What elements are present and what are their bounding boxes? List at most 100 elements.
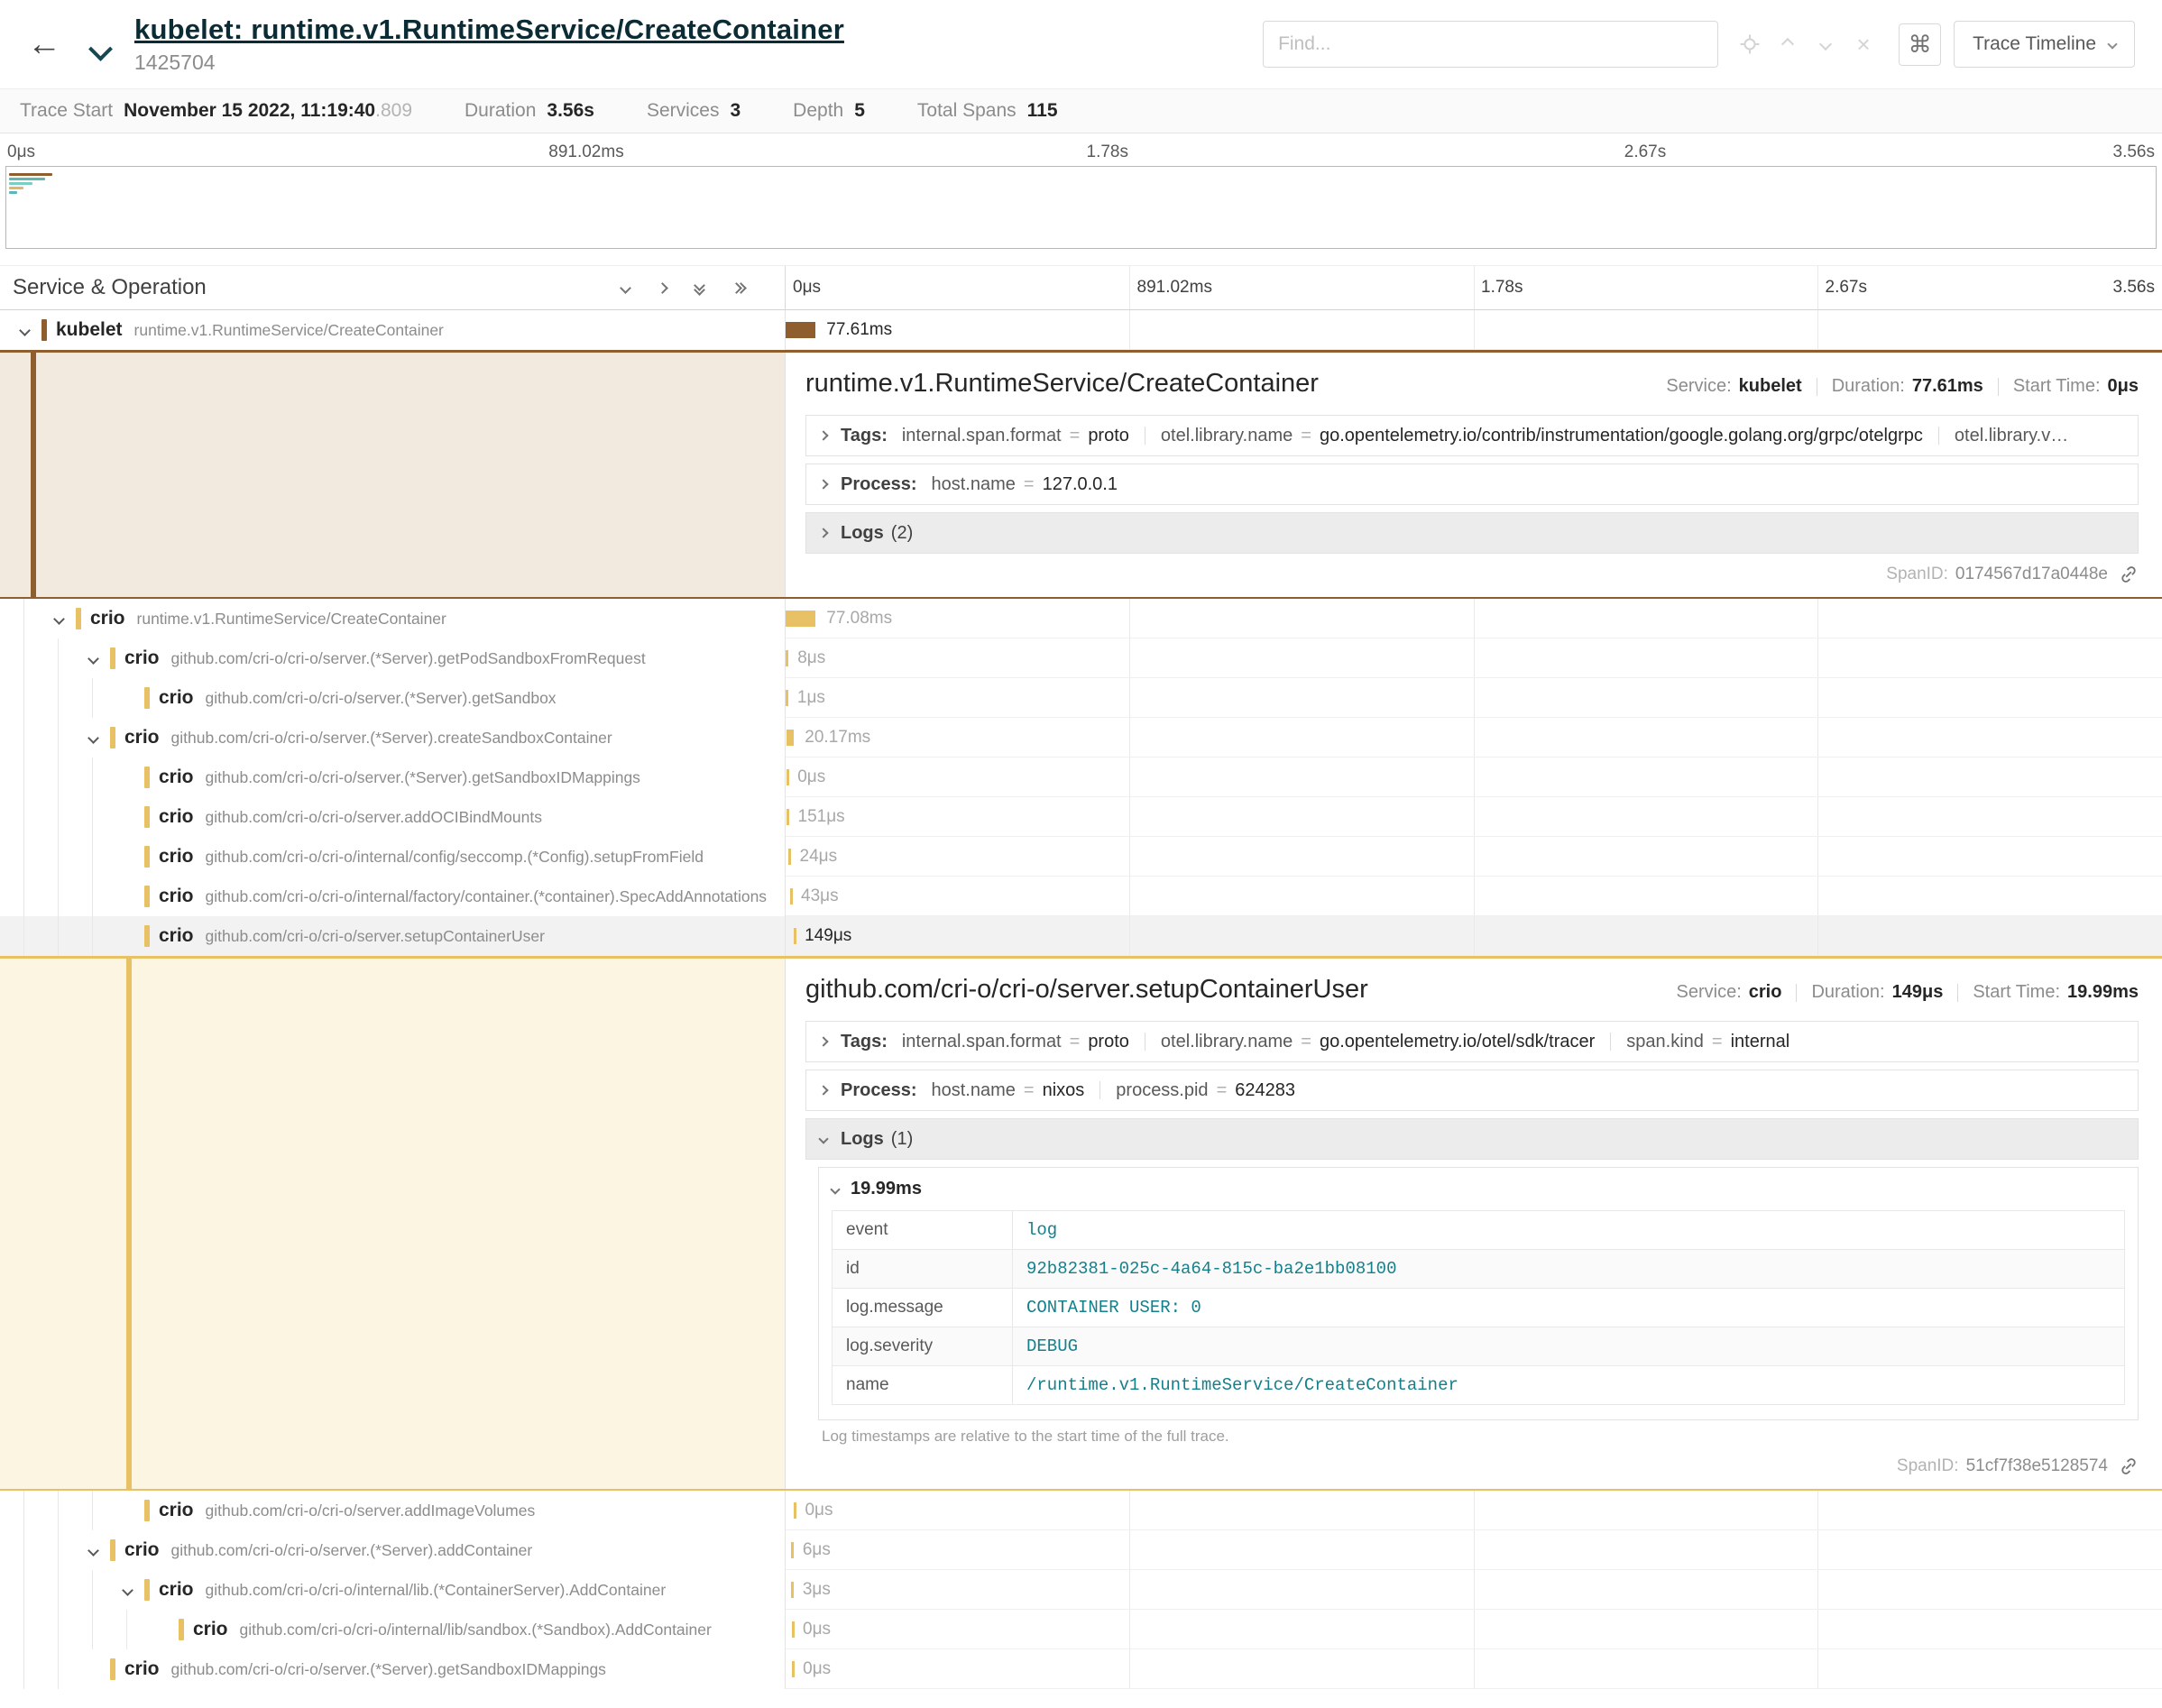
minimap-span-mark: [9, 182, 32, 185]
accordion-label: Process:: [841, 1080, 917, 1101]
tags-accordion[interactable]: Tags: internal.span.format=protootel.lib…: [805, 1021, 2139, 1062]
prev-result-icon[interactable]: [1771, 27, 1805, 61]
span-name-column: criogithub.com/cri-o/cri-o/internal/fact…: [0, 877, 786, 916]
indent-guide: [41, 916, 76, 956]
span-row[interactable]: criogithub.com/cri-o/cri-o/server.addOCI…: [0, 797, 2162, 837]
log-footnote: Log timestamps are relative to the start…: [822, 1428, 2139, 1446]
expand-one-level-button[interactable]: [655, 280, 670, 296]
span-duration-bar: [792, 1661, 795, 1677]
log-fields-table: eventlogid92b82381-025c-4a64-815c-ba2e1b…: [832, 1210, 2125, 1405]
keyboard-shortcuts-button[interactable]: ⌘: [1899, 23, 1941, 66]
tag-key: otel.library.v…: [1955, 426, 2068, 446]
collapse-trace-header-chevron[interactable]: [92, 41, 109, 60]
span-duration-label: 77.08ms: [826, 609, 892, 629]
minimap-canvas[interactable]: [5, 166, 2157, 249]
logs-accordion[interactable]: Logs (1): [805, 1118, 2139, 1160]
span-row[interactable]: criogithub.com/cri-o/cri-o/server.(*Serv…: [0, 758, 2162, 797]
chevron-right-icon: [818, 1036, 828, 1046]
indent-guide: [7, 718, 41, 758]
span-row[interactable]: criogithub.com/cri-o/cri-o/server.(*Serv…: [0, 638, 2162, 678]
span-duration-bar: [790, 888, 793, 905]
service-color-bar: [110, 1658, 115, 1680]
expand-chevron[interactable]: [76, 655, 110, 663]
stat-services: Services3: [647, 100, 741, 122]
expand-chevron[interactable]: [76, 734, 110, 742]
collapse-one-level-button[interactable]: [618, 280, 633, 296]
span-row[interactable]: criogithub.com/cri-o/cri-o/server.setupC…: [0, 916, 2162, 956]
indent-guide: [7, 599, 41, 638]
copy-link-icon[interactable]: [2119, 1456, 2139, 1476]
logs-accordion[interactable]: Logs (2): [805, 512, 2139, 554]
log-field-row: log.messageCONTAINER USER: 0: [833, 1289, 2125, 1327]
tag-list: host.name=nixosprocess.pid=624283: [932, 1080, 1296, 1101]
span-tree-accent-line: [31, 353, 36, 597]
chevron-right-icon: [818, 479, 828, 489]
log-field-key: event: [833, 1211, 1013, 1250]
meta-label: Duration:: [1832, 376, 1905, 397]
tag-value: proto: [1088, 1032, 1129, 1052]
expand-chevron[interactable]: [41, 615, 76, 623]
indent-guide: [7, 1649, 41, 1689]
span-row[interactable]: criogithub.com/cri-o/cri-o/server.(*Serv…: [0, 1530, 2162, 1570]
span-detail-meta: Service:kubelet Duration:77.61ms Start T…: [1666, 376, 2139, 397]
span-name-column: criogithub.com/cri-o/cri-o/server.(*Serv…: [0, 1530, 786, 1570]
tag-key: otel.library.name: [1161, 426, 1293, 446]
span-timeline-cell: 151μs: [786, 797, 2162, 837]
span-duration-bar: [787, 809, 789, 825]
span-row[interactable]: criogithub.com/cri-o/cri-o/internal/conf…: [0, 837, 2162, 877]
span-row[interactable]: criogithub.com/cri-o/cri-o/server.(*Serv…: [0, 718, 2162, 758]
timeline-tick: 2.67s: [1826, 278, 1867, 298]
tag-item: internal.span.format=proto: [902, 1032, 1129, 1052]
span-row[interactable]: criogithub.com/cri-o/cri-o/internal/fact…: [0, 877, 2162, 916]
expand-all-button[interactable]: [729, 280, 749, 296]
back-arrow-icon[interactable]: ←: [27, 27, 61, 61]
expand-chevron[interactable]: [76, 1547, 110, 1555]
indent-guide: [7, 1491, 41, 1530]
span-row[interactable]: criogithub.com/cri-o/cri-o/server.(*Serv…: [0, 678, 2162, 718]
indent-guide: [7, 837, 41, 877]
expand-collapse-controls: [618, 278, 749, 298]
find-input[interactable]: [1278, 33, 1703, 55]
trace-title-link[interactable]: kubelet: runtime.v1.RuntimeService/Creat…: [134, 14, 844, 46]
chevron-down-icon: [830, 1184, 840, 1194]
stat-value: November 15 2022, 11:19:40: [124, 100, 375, 121]
process-accordion[interactable]: Process: host.name=127.0.0.1: [805, 464, 2139, 505]
trace-id: 1425704: [134, 51, 844, 75]
expand-chevron[interactable]: [7, 326, 41, 335]
indent-guide: [41, 1570, 76, 1610]
service-name: crio: [124, 1658, 160, 1680]
span-row[interactable]: kubeletruntime.v1.RuntimeService/CreateC…: [0, 310, 2162, 350]
span-row[interactable]: crioruntime.v1.RuntimeService/CreateCont…: [0, 599, 2162, 638]
span-name-column: criogithub.com/cri-o/cri-o/server.(*Serv…: [0, 1649, 786, 1689]
clear-search-icon[interactable]: ×: [1846, 27, 1881, 61]
span-row[interactable]: criogithub.com/cri-o/cri-o/server.(*Serv…: [0, 1649, 2162, 1689]
expand-chevron[interactable]: [110, 1586, 144, 1594]
divider: [1610, 1033, 1611, 1051]
collapse-all-button[interactable]: [692, 278, 707, 298]
trace-view-selector[interactable]: Trace Timeline: [1954, 21, 2135, 68]
locate-span-icon[interactable]: [1733, 27, 1767, 61]
span-row[interactable]: criogithub.com/cri-o/cri-o/internal/lib/…: [0, 1610, 2162, 1649]
span-row[interactable]: criogithub.com/cri-o/cri-o/server.addIma…: [0, 1491, 2162, 1530]
indent-guide: [41, 718, 76, 758]
log-entry-toggle[interactable]: 19.99ms: [819, 1168, 2138, 1210]
span-duration-label: 3μs: [803, 1580, 831, 1600]
indent-guide: [76, 1610, 110, 1649]
span-row[interactable]: criogithub.com/cri-o/cri-o/internal/lib.…: [0, 1570, 2162, 1610]
span-name-column: criogithub.com/cri-o/cri-o/internal/lib/…: [0, 1610, 786, 1649]
service-color-bar: [144, 1579, 150, 1601]
service-color-bar: [144, 886, 150, 907]
detail-panel: github.com/cri-o/cri-o/server.setupConta…: [786, 959, 2162, 1489]
operation-name: github.com/cri-o/cri-o/server.(*Server).…: [171, 1541, 533, 1560]
span-duration-bar: [786, 650, 788, 666]
copy-link-icon[interactable]: [2119, 565, 2139, 584]
next-result-icon[interactable]: [1808, 27, 1843, 61]
indent-guide: [41, 638, 76, 678]
span-duration-bar: [786, 322, 815, 338]
process-accordion[interactable]: Process: host.name=nixosprocess.pid=6242…: [805, 1070, 2139, 1111]
operation-name: github.com/cri-o/cri-o/internal/lib/sand…: [240, 1621, 712, 1639]
service-name: crio: [124, 727, 160, 748]
log-field-value: 92b82381-025c-4a64-815c-ba2e1bb08100: [1013, 1250, 2125, 1289]
tag-equals: =: [1024, 474, 1035, 495]
tags-accordion[interactable]: Tags: internal.span.format=protootel.lib…: [805, 415, 2139, 456]
